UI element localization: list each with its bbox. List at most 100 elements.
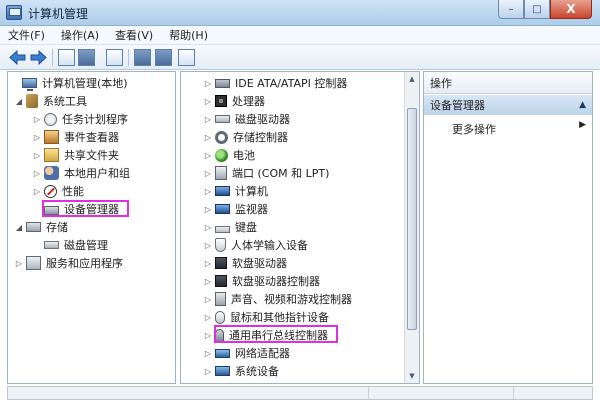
expand-arrow-icon[interactable]: ▷ xyxy=(32,133,42,142)
expand-arrow-icon[interactable]: ▷ xyxy=(203,223,213,232)
device-category-label: IDE ATA/ATAPI 控制器 xyxy=(235,77,348,90)
expand-arrow-icon[interactable]: ▷ xyxy=(203,259,213,268)
tree-item-storage[interactable]: ◢ 存储 xyxy=(14,218,68,236)
expand-arrow-icon[interactable]: ▷ xyxy=(32,115,42,124)
device-category-hid[interactable]: ▷ 人体学输入设备 xyxy=(203,236,308,254)
device-category-label: 计算机 xyxy=(235,185,268,198)
minimize-button[interactable]: – xyxy=(498,0,524,19)
scroll-up-arrow-icon[interactable]: ▲ xyxy=(405,72,419,86)
device-category-label: 软盘驱动器控制器 xyxy=(232,275,320,288)
menu-file[interactable]: 文件(F) xyxy=(8,27,45,43)
tree-item-label: 事件查看器 xyxy=(64,131,119,144)
forward-button[interactable] xyxy=(30,49,47,66)
tree-item-performance[interactable]: ▷ 性能 xyxy=(32,182,84,200)
device-category-ide[interactable]: ▷ IDE ATA/ATAPI 控制器 xyxy=(203,74,347,92)
menu-bar: 文件(F) 操作(A) 查看(V) 帮助(H) xyxy=(0,26,600,45)
title-bar[interactable]: 计算机管理 – □ X xyxy=(0,0,600,26)
collapse-triangle-icon[interactable]: ▲ xyxy=(579,100,586,110)
properties-button[interactable] xyxy=(106,49,123,66)
network-adapter-icon xyxy=(215,348,230,358)
mouse-icon xyxy=(215,310,225,324)
show-hide-action-pane-button[interactable] xyxy=(155,49,172,66)
expand-arrow-icon[interactable]: ▷ xyxy=(203,205,213,214)
device-category-label: 键盘 xyxy=(235,221,257,234)
expand-arrow-icon[interactable]: ▷ xyxy=(203,295,213,304)
device-category-keyboards[interactable]: ▷ 键盘 xyxy=(203,218,257,236)
sound-controller-icon xyxy=(215,292,226,306)
expand-arrow-icon[interactable]: ▷ xyxy=(203,367,213,376)
expand-arrow-icon[interactable]: ▷ xyxy=(203,133,213,142)
scroll-down-arrow-icon[interactable]: ▼ xyxy=(405,369,419,383)
expand-arrow-icon[interactable]: ▷ xyxy=(203,241,213,250)
vertical-scrollbar[interactable]: ▲ ▼ xyxy=(404,72,419,383)
expand-arrow-icon[interactable]: ▷ xyxy=(14,259,24,268)
menu-view[interactable]: 查看(V) xyxy=(115,27,153,43)
device-category-system[interactable]: ▷ 系统设备 xyxy=(203,362,279,380)
device-category-ports[interactable]: ▷ 端口 (COM 和 LPT) xyxy=(203,164,329,182)
computer-management-icon xyxy=(22,78,37,91)
expand-arrow-icon[interactable]: ▷ xyxy=(203,115,213,124)
performance-icon xyxy=(44,184,57,198)
device-category-network[interactable]: ▷ 网络适配器 xyxy=(203,344,290,362)
computer-management-icon xyxy=(6,5,22,20)
expand-arrow-icon[interactable]: ▷ xyxy=(203,313,213,322)
submenu-arrow-icon[interactable]: ▶ xyxy=(579,120,586,130)
help-button[interactable] xyxy=(134,49,151,66)
scroll-thumb[interactable] xyxy=(407,108,417,330)
device-category-computer[interactable]: ▷ 计算机 xyxy=(203,182,268,200)
expand-arrow-icon[interactable]: ▷ xyxy=(32,187,42,196)
tree-item-services-applications[interactable]: ▷ 服务和应用程序 xyxy=(14,254,123,272)
device-category-disk-drives[interactable]: ▷ 磁盘驱动器 xyxy=(203,110,290,128)
menu-help[interactable]: 帮助(H) xyxy=(169,27,208,43)
window-title: 计算机管理 xyxy=(28,7,89,21)
tree-item-label: 共享文件夹 xyxy=(64,149,119,162)
actions-section-device-manager[interactable]: 设备管理器 ▲ xyxy=(424,95,592,115)
event-viewer-icon xyxy=(44,130,59,144)
toolbar xyxy=(0,45,600,70)
expand-arrow-icon[interactable]: ▷ xyxy=(32,151,42,160)
device-category-processor[interactable]: ▷ 处理器 xyxy=(203,92,265,110)
menu-action[interactable]: 操作(A) xyxy=(61,27,99,43)
device-category-label: 软盘驱动器 xyxy=(232,257,287,270)
device-category-battery[interactable]: ▷ 电池 xyxy=(203,146,255,164)
expand-arrow-icon[interactable]: ▷ xyxy=(203,79,213,88)
tree-item-task-scheduler[interactable]: ▷ 任务计划程序 xyxy=(32,110,128,128)
device-category-mice[interactable]: ▷ 鼠标和其他指针设备 xyxy=(203,308,329,326)
device-category-sound[interactable]: ▷ 声音、视频和游戏控制器 xyxy=(203,290,352,308)
expand-arrow-icon[interactable]: ▷ xyxy=(203,277,213,286)
tree-item-disk-management[interactable]: 磁盘管理 xyxy=(32,236,108,254)
expand-arrow-icon[interactable]: ▷ xyxy=(32,169,42,178)
show-hide-tree-button[interactable] xyxy=(78,49,95,66)
collapse-arrow-icon[interactable]: ◢ xyxy=(14,97,24,106)
console-tree-pane: 计算机管理(本地) ◢ 系统工具 ▷ 任务计划程序 ▷ 事件查看器 ▷ 共享文件… xyxy=(7,71,176,384)
expand-arrow-icon[interactable]: ▷ xyxy=(203,187,213,196)
close-button[interactable]: X xyxy=(550,0,592,19)
device-category-floppy-controllers[interactable]: ▷ 软盘驱动器控制器 xyxy=(203,272,320,290)
expand-arrow-icon[interactable]: ▷ xyxy=(203,151,213,160)
more-actions-link[interactable]: 更多操作 xyxy=(452,121,496,137)
tree-item-system-tools[interactable]: ◢ 系统工具 xyxy=(14,92,87,110)
up-one-level-button[interactable] xyxy=(58,49,75,66)
collapse-arrow-icon[interactable]: ◢ xyxy=(14,223,24,232)
back-button[interactable] xyxy=(9,49,26,66)
device-category-floppy-drives[interactable]: ▷ 软盘驱动器 xyxy=(203,254,287,272)
computer-icon xyxy=(215,186,230,196)
device-category-storage-controllers[interactable]: ▷ 存储控制器 xyxy=(203,128,288,146)
tree-item-local-users[interactable]: ▷ 本地用户和组 xyxy=(32,164,130,182)
scan-hardware-button[interactable] xyxy=(178,49,195,66)
tree-item-label: 本地用户和组 xyxy=(64,167,130,180)
expand-arrow-icon[interactable]: ▷ xyxy=(203,331,213,340)
expand-arrow-icon[interactable]: ▷ xyxy=(203,349,213,358)
highlight-box xyxy=(42,200,129,217)
expand-arrow-icon[interactable]: ▷ xyxy=(203,169,213,178)
tree-item-event-viewer[interactable]: ▷ 事件查看器 xyxy=(32,128,119,146)
expand-arrow-icon[interactable]: ▷ xyxy=(203,97,213,106)
tree-item-label: 服务和应用程序 xyxy=(46,257,123,270)
tree-item-label: 性能 xyxy=(62,185,84,198)
tree-item-shared-folders[interactable]: ▷ 共享文件夹 xyxy=(32,146,119,164)
maximize-button[interactable]: □ xyxy=(524,0,550,19)
device-category-monitors[interactable]: ▷ 监视器 xyxy=(203,200,268,218)
tree-item-computer-management[interactable]: 计算机管理(本地) xyxy=(10,74,128,92)
disk-drive-icon xyxy=(215,115,230,123)
port-icon xyxy=(215,166,227,180)
